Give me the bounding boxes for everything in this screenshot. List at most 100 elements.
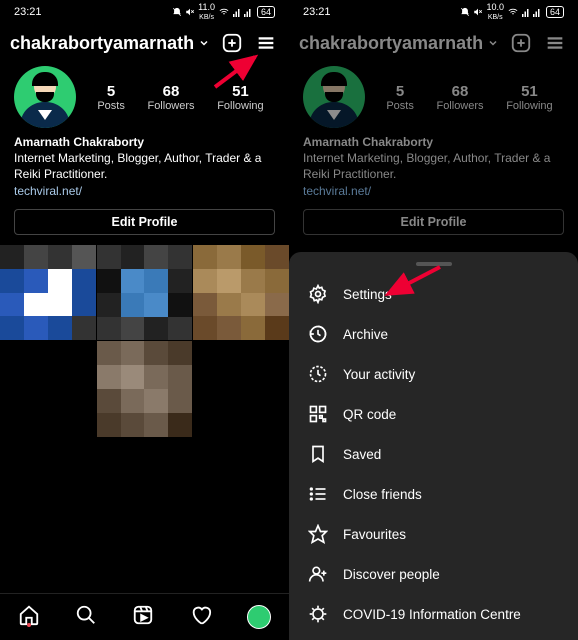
status-right: 11.0KB/s 64 [172, 3, 275, 21]
status-time: 23:21 [14, 6, 42, 18]
search-icon [75, 604, 97, 626]
nav-activity[interactable] [190, 604, 212, 631]
qr-icon [308, 404, 328, 424]
menu-favourites[interactable]: Favourites [289, 514, 578, 554]
net-speed: 10.0 [486, 2, 504, 12]
menu-qr[interactable]: QR code [289, 394, 578, 434]
menu-discover[interactable]: Discover people [289, 554, 578, 594]
edit-profile-button[interactable]: Edit Profile [303, 209, 564, 235]
bio-link[interactable]: techviral.net/ [303, 183, 564, 199]
post-thumb[interactable] [97, 341, 193, 437]
nav-reels[interactable] [132, 604, 154, 631]
menu-label: COVID-19 Information Centre [343, 607, 521, 622]
phone-right: 23:21 10.0KB/s 64 chakrabortyamarnath 5P… [289, 0, 578, 640]
plus-square-icon [510, 32, 532, 54]
signal-icon [233, 7, 241, 17]
status-bar: 23:21 10.0KB/s 64 [289, 0, 578, 24]
menu-label: Saved [343, 447, 381, 462]
stat-following[interactable]: 51Following [506, 83, 552, 112]
avatar[interactable] [14, 66, 76, 128]
add-user-icon [308, 564, 328, 584]
bookmark-icon [308, 444, 328, 464]
battery-indicator: 64 [546, 6, 564, 18]
sheet-handle[interactable] [416, 262, 452, 266]
menu-label: Favourites [343, 527, 406, 542]
nav-home[interactable] [18, 604, 40, 631]
menu-activity[interactable]: Your activity [289, 354, 578, 394]
info-icon [308, 604, 328, 624]
menu-settings[interactable]: Settings [289, 274, 578, 314]
menu-label: QR code [343, 407, 396, 422]
hamburger-icon [544, 32, 566, 54]
chevron-down-icon [198, 37, 210, 49]
stats-row: 5Posts 68Followers 51Following [86, 83, 275, 112]
username-text: chakrabortyamarnath [10, 33, 194, 54]
display-name: Amarnath Chakraborty [14, 134, 275, 150]
menu-label: Close friends [343, 487, 422, 502]
stat-followers[interactable]: 68Followers [147, 83, 194, 112]
status-time: 23:21 [303, 6, 331, 18]
stat-following[interactable]: 51Following [217, 83, 263, 112]
menu-archive[interactable]: Archive [289, 314, 578, 354]
username-dropdown[interactable]: chakrabortyamarnath [10, 33, 211, 54]
post-thumb[interactable] [193, 245, 289, 341]
profile-header: chakrabortyamarnath [289, 24, 578, 62]
post-empty [193, 341, 289, 437]
status-right: 10.0KB/s 64 [460, 3, 564, 21]
battery-indicator: 64 [257, 6, 275, 18]
stats-row: 5Posts 68Followers 51Following [375, 83, 564, 112]
bio-link[interactable]: techviral.net/ [14, 183, 275, 199]
plus-square-icon [221, 32, 243, 54]
net-speed: 11.0 [198, 2, 215, 12]
status-bar: 23:21 11.0KB/s 64 [0, 0, 289, 24]
star-icon [308, 524, 328, 544]
menu-label: Archive [343, 327, 388, 342]
menu-button[interactable] [253, 30, 279, 56]
bio-block: Amarnath Chakraborty Internet Marketing,… [0, 132, 289, 201]
clock-dashed-icon [308, 364, 328, 384]
bio-text: Internet Marketing, Blogger, Author, Tra… [14, 150, 275, 182]
wifi-icon [507, 7, 519, 17]
create-button[interactable] [219, 30, 245, 56]
notification-dot [27, 623, 31, 627]
bio-block: Amarnath Chakraborty Internet Marketing,… [289, 132, 578, 201]
display-name: Amarnath Chakraborty [303, 134, 564, 150]
nav-search[interactable] [75, 604, 97, 631]
avatar[interactable] [303, 66, 365, 128]
menu-close-friends[interactable]: Close friends [289, 474, 578, 514]
signal-icon-2 [533, 7, 541, 17]
username-dropdown[interactable]: chakrabortyamarnath [299, 33, 500, 54]
wifi-icon [218, 7, 230, 17]
nav-profile[interactable] [247, 605, 271, 629]
username-text: chakrabortyamarnath [299, 33, 483, 54]
posts-grid [0, 245, 289, 437]
stat-posts[interactable]: 5Posts [97, 83, 125, 112]
bio-text: Internet Marketing, Blogger, Author, Tra… [303, 150, 564, 182]
menu-covid[interactable]: COVID-19 Information Centre [289, 594, 578, 634]
list-icon [308, 484, 328, 504]
menu-sheet: Settings Archive Your activity QR code S… [289, 252, 578, 640]
signal-icon [522, 7, 530, 17]
phone-left: 23:21 11.0KB/s 64 chakrabortyamarnath 5P… [0, 0, 289, 640]
stat-posts[interactable]: 5Posts [386, 83, 414, 112]
alarm-off-icon [172, 7, 182, 17]
clock-icon [308, 324, 328, 344]
stat-followers[interactable]: 68Followers [436, 83, 483, 112]
mute-icon [185, 7, 195, 17]
post-empty [0, 341, 96, 437]
heart-icon [190, 604, 212, 626]
bottom-nav [0, 593, 289, 640]
gear-icon [308, 284, 328, 304]
menu-button[interactable] [542, 30, 568, 56]
alarm-off-icon [460, 7, 470, 17]
post-thumb[interactable] [97, 245, 193, 341]
post-thumb[interactable] [0, 245, 96, 341]
create-button[interactable] [508, 30, 534, 56]
menu-saved[interactable]: Saved [289, 434, 578, 474]
edit-profile-button[interactable]: Edit Profile [14, 209, 275, 235]
profile-header: chakrabortyamarnath [0, 24, 289, 62]
menu-label: Settings [343, 287, 392, 302]
menu-label: Your activity [343, 367, 415, 382]
signal-icon-2 [244, 7, 252, 17]
mute-icon [473, 7, 483, 17]
